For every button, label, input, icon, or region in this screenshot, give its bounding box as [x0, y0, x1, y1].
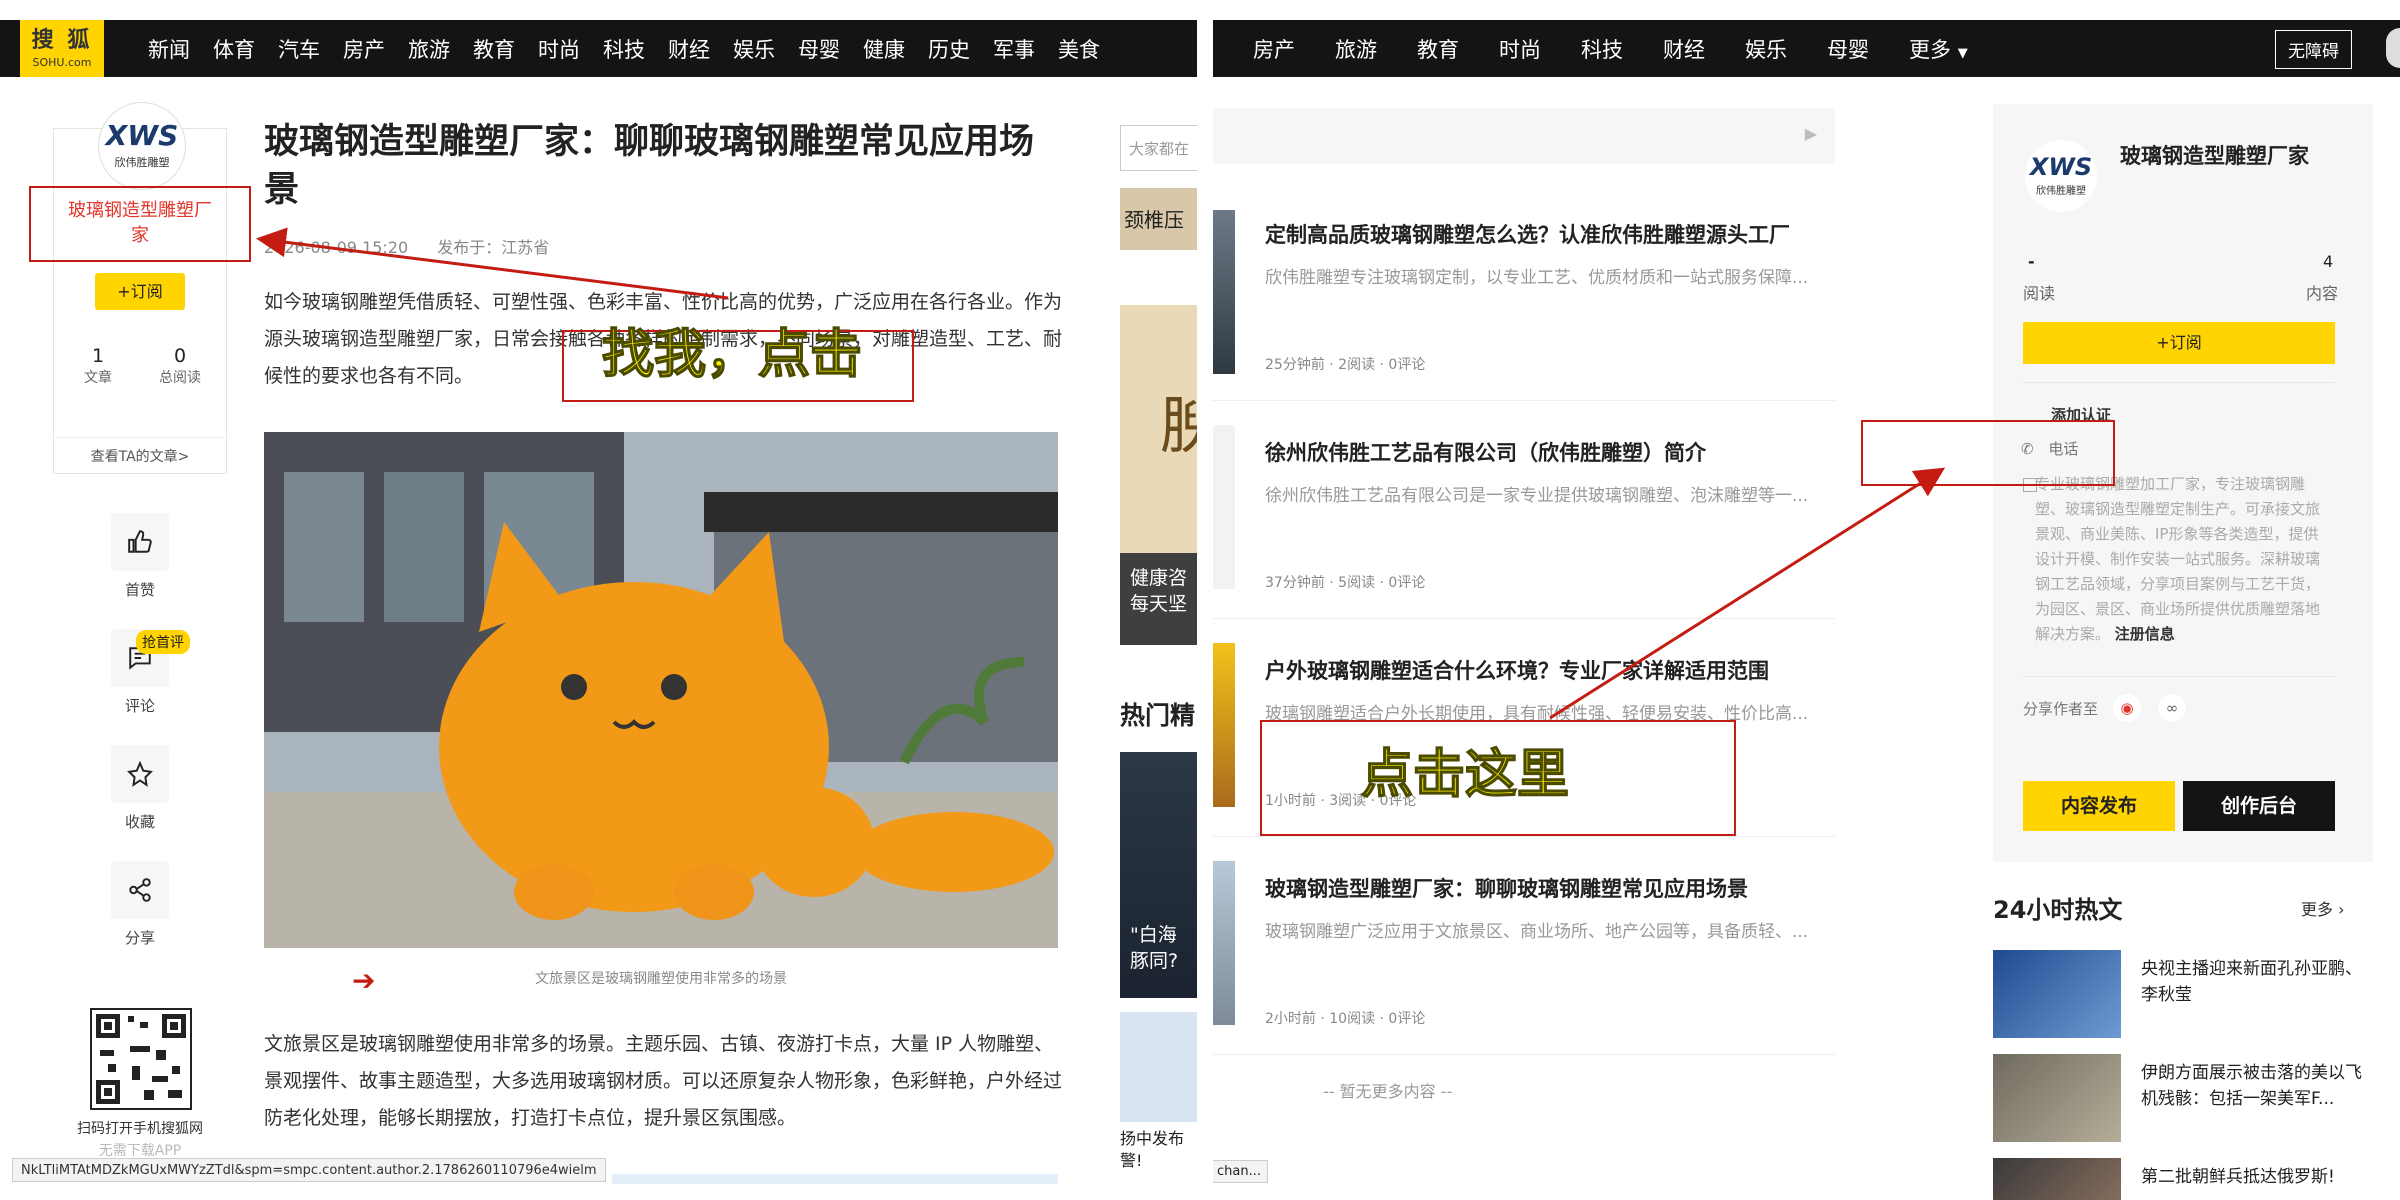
annotation-arrow: [1549, 467, 1946, 720]
right-window: 房产 旅游 教育 时尚 科技 财经 娱乐 母婴 更多 ▼ 无障碍 ▶ 定制高品质…: [1213, 0, 2400, 1200]
annotation-arrow: [256, 227, 729, 300]
window-gap: [1197, 0, 1213, 1200]
left-window: 搜 狐 SOHU.com 新闻 体育 汽车 房产 旅游 教育 时尚 科技 财经 …: [0, 0, 1197, 1200]
